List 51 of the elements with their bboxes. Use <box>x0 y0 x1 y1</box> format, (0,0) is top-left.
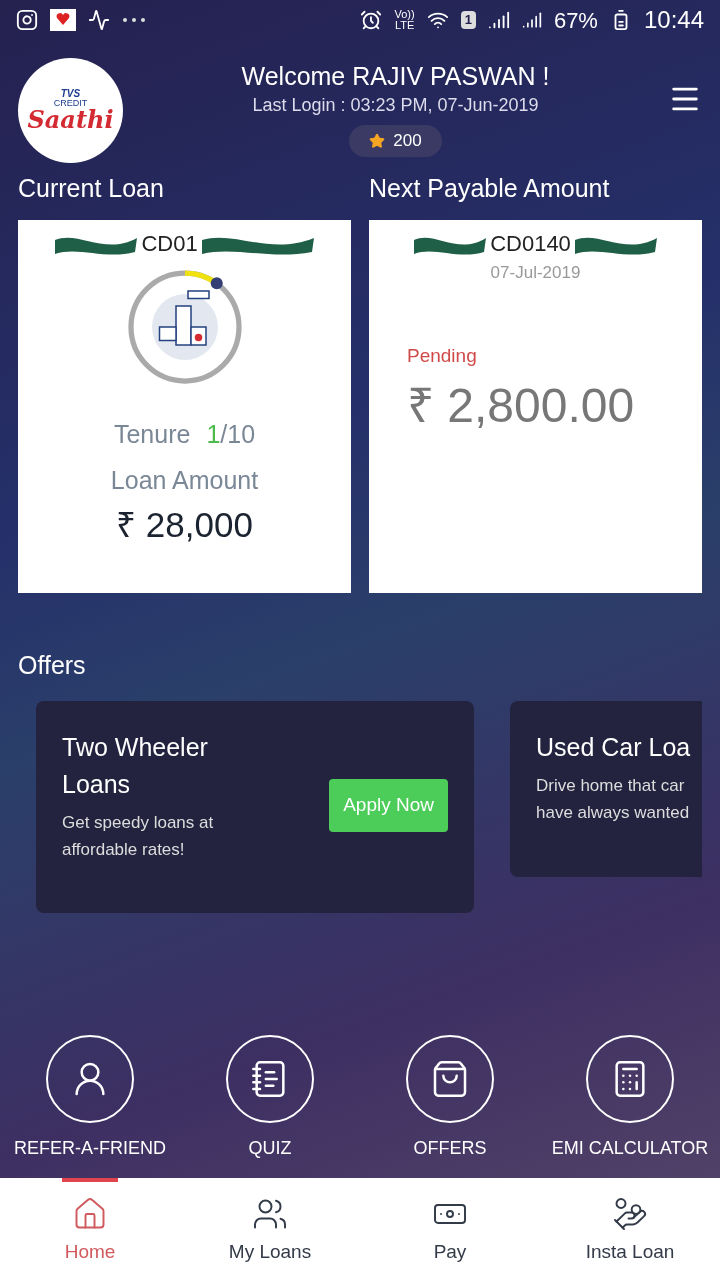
action-label[interactable]: EMI CALCULATOR <box>551 1135 709 1162</box>
logo-brand: TVS <box>60 89 81 99</box>
loan-card[interactable]: CD01 Tenure 1/10 Loan Amount ₹ 28,000 <box>18 220 351 593</box>
hand-coins-icon <box>612 1196 648 1232</box>
action-label[interactable]: REFER-A-FRIEND <box>14 1135 166 1162</box>
nav-tab[interactable]: Pay <box>360 1178 540 1280</box>
offer-description: Get speedy loans at <box>62 812 215 834</box>
offer-title: Loans <box>62 769 132 800</box>
offer-description: Drive home that car <box>536 775 686 797</box>
more-dots-icon <box>122 17 146 23</box>
payable-card[interactable]: CD0140 07-Jul-2019 Pending ₹ 2,800.00 <box>369 220 702 593</box>
offer-description: have always wanted <box>536 802 691 824</box>
loan-number: CD0140 <box>490 229 571 258</box>
points-value: 200 <box>393 130 422 153</box>
volte-label: Vo)) <box>394 9 415 20</box>
logo-sub: CREDIT <box>53 99 88 108</box>
tenure-value: 1/10 <box>206 419 256 450</box>
instagram-icon <box>16 9 38 31</box>
star-icon <box>369 133 386 149</box>
lte-label: LTE <box>394 20 415 31</box>
battery-percent: 67% <box>553 6 598 35</box>
nav-tab[interactable]: Home <box>62 1178 118 1280</box>
section-title: Next Payable Amount <box>369 173 611 204</box>
payable-amount: ₹ 2,800.00 <box>407 378 636 434</box>
section-title: Current Loan <box>18 173 165 204</box>
activity-icon <box>88 9 110 31</box>
welcome-title: Welcome RAJIV PASWAN ! <box>241 61 550 92</box>
action-label[interactable]: OFFERS <box>413 1135 487 1162</box>
section-title: Offers <box>17 650 87 681</box>
last-login-text: Last Login : 03:23 PM, 07-Jun-2019 <box>252 94 539 117</box>
offer-description: affordable rates! <box>62 839 186 861</box>
clock-time: 10:44 <box>643 5 704 35</box>
sim-badge: 1 <box>460 11 476 29</box>
nav-tab[interactable]: My Loans <box>180 1178 360 1280</box>
loan-amount: ₹ 28,000 <box>116 504 253 546</box>
loan-amount-label: Loan Amount <box>110 464 259 496</box>
signal-icon <box>521 10 542 30</box>
due-date: 07-Jul-2019 <box>490 262 581 284</box>
offer-title: Used Car Loa <box>536 732 692 763</box>
heart-sticker-icon <box>50 9 76 31</box>
alarm-icon <box>360 9 383 31</box>
nav-tab[interactable]: Insta Loan <box>540 1178 720 1280</box>
tenure-label: Tenure <box>113 419 191 450</box>
signal-icon <box>487 9 510 31</box>
logo-name: Saathi <box>27 108 114 132</box>
payment-status: Pending <box>407 343 478 368</box>
action-label[interactable]: QUIZ <box>248 1135 292 1162</box>
offer-card[interactable]: Used Car Loa Drive home that car have always wanted <box>510 701 702 877</box>
offer-card[interactable]: Two Wheeler Loans Get speedy loans at affordable rates! Apply Now <box>36 701 474 913</box>
loan-number: CD01 <box>141 229 198 258</box>
offer-title: Two Wheeler <box>62 732 209 763</box>
